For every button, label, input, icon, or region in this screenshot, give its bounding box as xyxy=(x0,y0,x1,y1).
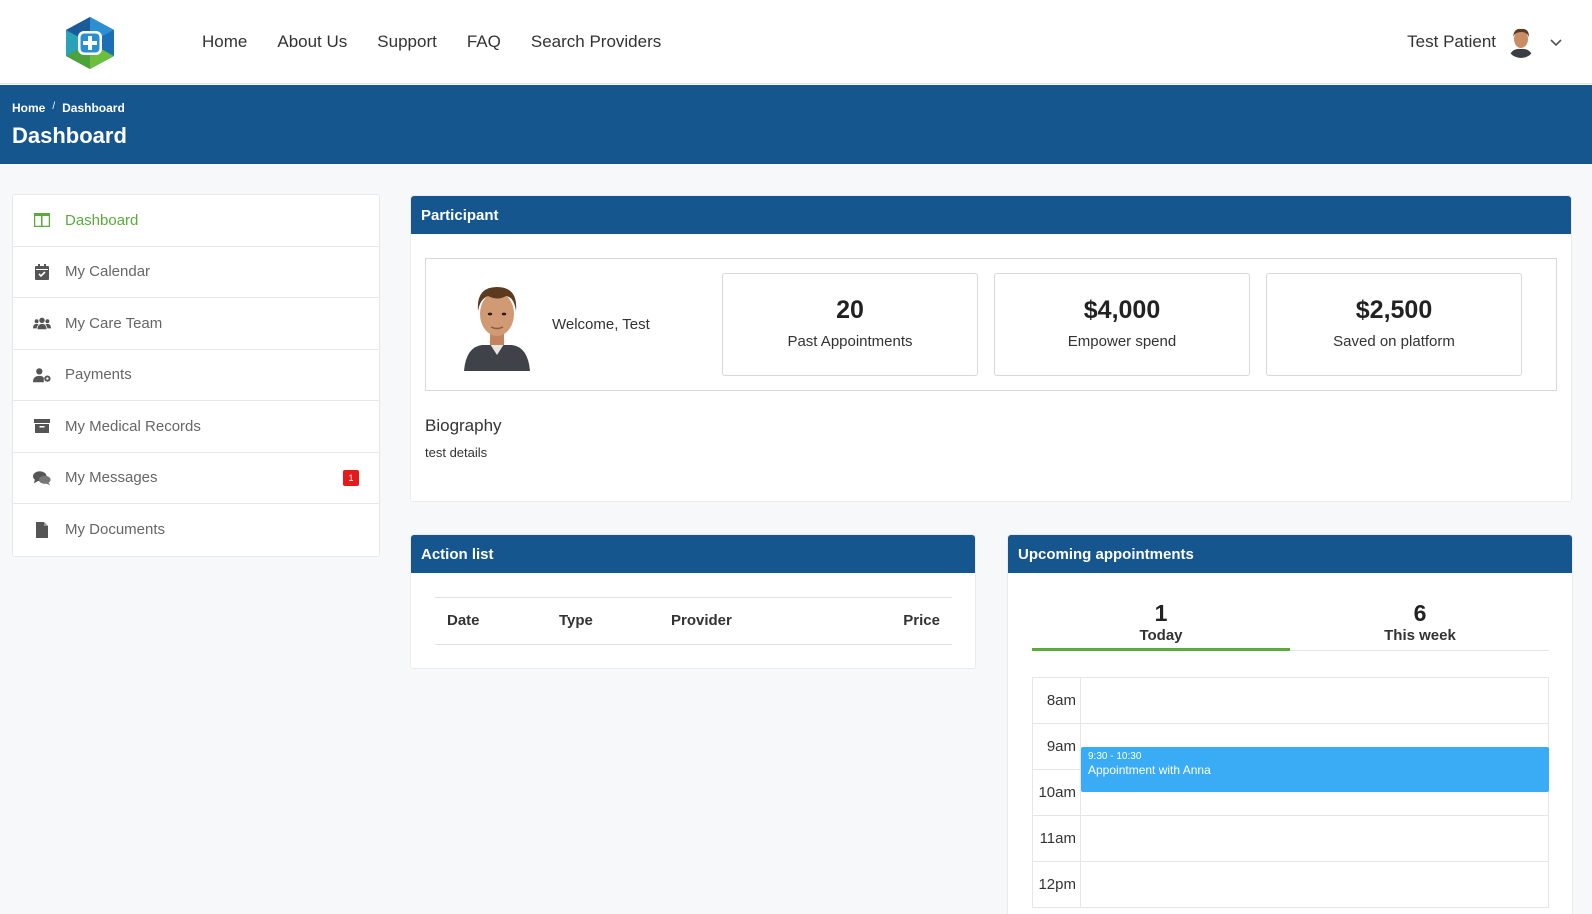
time-label: 9am xyxy=(1033,724,1081,769)
stat-empower-spend: $4,000 Empower spend xyxy=(994,273,1250,376)
breadcrumb-current: Dashboard xyxy=(62,101,125,115)
welcome-text: Welcome, Test xyxy=(552,316,650,333)
avatar[interactable] xyxy=(1506,26,1536,58)
biography-title: Biography xyxy=(425,416,502,435)
stat-past-appointments: 20 Past Appointments xyxy=(722,273,978,376)
column-header-price[interactable]: Price xyxy=(903,612,940,629)
upcoming-heading: Upcoming appointments xyxy=(1008,535,1572,573)
stat-saved-on-platform: $2,500 Saved on platform xyxy=(1266,273,1522,376)
stat-caption: Saved on platform xyxy=(1333,333,1455,350)
sidebar-item-label: My Messages xyxy=(65,469,158,487)
dashboard-icon xyxy=(33,211,51,229)
sidebar-item-label: My Medical Records xyxy=(65,417,201,435)
sidebar-item-messages[interactable]: My Messages 1 xyxy=(13,453,379,504)
time-label: 10am xyxy=(1033,770,1081,815)
stat-caption: Past Appointments xyxy=(787,333,913,350)
sidebar-item-care-team[interactable]: My Care Team xyxy=(13,298,379,350)
users-icon xyxy=(33,314,51,332)
nav-support-link[interactable]: Support xyxy=(377,32,437,52)
tab-count: 6 xyxy=(1413,600,1427,626)
stat-value: 20 xyxy=(836,296,864,324)
chevron-down-icon[interactable] xyxy=(1546,32,1566,52)
event-time: 9:30 - 10:30 xyxy=(1088,751,1142,762)
user-name: Test Patient xyxy=(1407,32,1496,51)
column-header-type[interactable]: Type xyxy=(559,612,593,629)
nav-about-link[interactable]: About Us xyxy=(277,32,347,52)
sidebar-item-label: My Documents xyxy=(65,521,166,539)
calendar-row: 12pm xyxy=(1033,862,1548,908)
user-menu[interactable]: Test Patient xyxy=(1407,26,1566,58)
archive-icon xyxy=(33,417,51,435)
upcoming-appointments-card: Upcoming appointments 1 Today 6 This wee… xyxy=(1007,534,1573,914)
participant-card: Participant Welcome, Test 20 Past Appoin… xyxy=(410,195,1572,502)
tab-count: 1 xyxy=(1154,600,1168,626)
tab-today[interactable]: 1 Today xyxy=(1032,597,1290,651)
breadcrumb-separator: / xyxy=(52,101,56,112)
stat-caption: Empower spend xyxy=(1067,333,1177,350)
sidebar: Dashboard My Calendar My Care Team Payme… xyxy=(12,194,380,557)
page-title: Dashboard xyxy=(12,123,127,148)
breadcrumb: Home / Dashboard xyxy=(12,101,125,115)
sidebar-item-label: Dashboard xyxy=(65,211,139,229)
action-list-heading: Action list xyxy=(411,535,975,573)
nav-search-providers-link[interactable]: Search Providers xyxy=(531,32,661,52)
tab-label: Today xyxy=(1139,627,1183,644)
main-nav: Home About Us Support FAQ Search Provide… xyxy=(202,32,661,52)
tab-this-week[interactable]: 6 This week xyxy=(1291,597,1549,651)
user-cog-icon xyxy=(33,366,51,384)
stat-value: $2,500 xyxy=(1355,296,1433,324)
column-header-date[interactable]: Date xyxy=(447,612,480,629)
calendar-row: 11am xyxy=(1033,816,1548,862)
page-header: Home / Dashboard Dashboard xyxy=(0,85,1592,164)
comments-icon xyxy=(33,469,51,487)
calendar-row: 8am xyxy=(1033,678,1548,724)
sidebar-item-label: Payments xyxy=(65,366,132,384)
participant-summary: Welcome, Test 20 Past Appointments $4,00… xyxy=(425,258,1557,391)
logo-icon[interactable] xyxy=(64,15,116,71)
sidebar-item-dashboard[interactable]: Dashboard xyxy=(13,195,379,247)
sidebar-item-calendar[interactable]: My Calendar xyxy=(13,247,379,298)
breadcrumb-home[interactable]: Home xyxy=(12,101,45,115)
biography-text: test details xyxy=(425,445,488,460)
sidebar-item-payments[interactable]: Payments xyxy=(13,350,379,401)
file-icon xyxy=(33,521,51,539)
nav-faq-link[interactable]: FAQ xyxy=(467,32,501,52)
action-list-table: Date Type Provider Price xyxy=(435,597,952,645)
action-list-card: Action list Date Type Provider Price xyxy=(410,534,976,669)
sidebar-item-documents[interactable]: My Documents xyxy=(13,504,379,556)
profile-photo xyxy=(462,279,532,371)
stat-value: $4,000 xyxy=(1083,296,1161,324)
nav-home-link[interactable]: Home xyxy=(202,32,247,52)
day-calendar: 8am 9am 10am 11am 12pm 9:30 - 10:30 Appo… xyxy=(1032,677,1549,908)
calendar-event[interactable]: 9:30 - 10:30 Appointment with Anna xyxy=(1081,747,1549,792)
time-label: 8am xyxy=(1033,678,1081,723)
top-navbar: Home About Us Support FAQ Search Provide… xyxy=(0,0,1592,84)
sidebar-item-label: My Care Team xyxy=(65,314,163,332)
sidebar-item-medical-records[interactable]: My Medical Records xyxy=(13,401,379,453)
appointment-tabs: 1 Today 6 This week xyxy=(1032,597,1549,651)
calendar-check-icon xyxy=(33,263,51,281)
time-label: 11am xyxy=(1033,816,1081,861)
time-label: 12pm xyxy=(1033,862,1081,907)
tab-label: This week xyxy=(1384,627,1456,644)
unread-badge: 1 xyxy=(343,469,359,486)
event-title: Appointment with Anna xyxy=(1088,763,1211,777)
participant-heading: Participant xyxy=(411,196,1571,234)
sidebar-item-label: My Calendar xyxy=(65,263,151,281)
column-header-provider[interactable]: Provider xyxy=(671,612,732,629)
